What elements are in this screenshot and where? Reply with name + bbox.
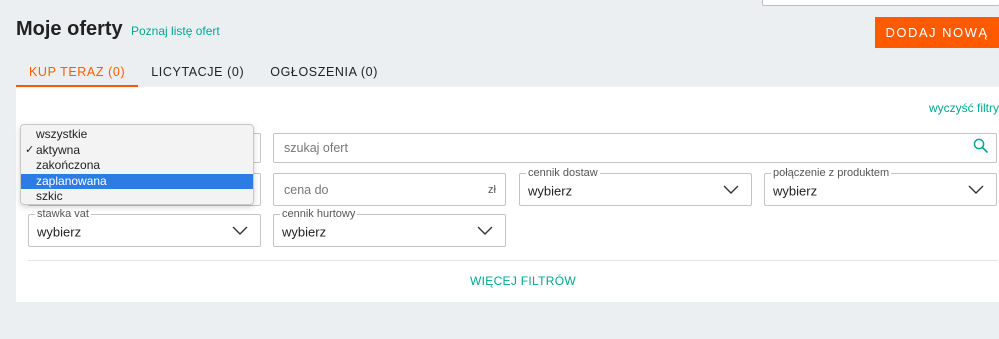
option-label: zaplanowana [36,173,107,188]
checkmark-icon: ✓ [25,143,35,156]
shipping-rates-value: wybierz [528,182,573,198]
page-title: Moje oferty [16,18,123,40]
status-option-scheduled[interactable]: zaplanowana [21,173,253,189]
add-new-button[interactable]: DODAJ NOWĄ [875,17,999,48]
vat-rate-select[interactable]: stawka vat wybierz [28,207,261,247]
tab-classifieds[interactable]: OGŁOSZENIA (0) [257,56,391,87]
top-search-input[interactable] [762,0,999,6]
product-link-label: połączenie z produktem [771,166,892,180]
wholesale-price-label: cennik hurtowy [280,207,358,221]
price-to-placeholder: cena do [284,182,329,197]
wholesale-price-value: wybierz [282,223,327,239]
shipping-rates-select[interactable]: cennik dostaw wybierz [519,166,752,206]
offer-type-tabs: KUP TERAZ (0) LICYTACJE (0) OGŁOSZENIA (… [16,56,391,87]
chevron-down-icon [723,181,739,199]
chevron-down-icon [477,222,493,240]
currency-unit: zł [488,183,496,196]
vat-rate-label: stawka vat [35,207,91,221]
status-dropdown-menu: wszystkie ✓ aktywna zakończona zaplanowan… [20,124,254,205]
chevron-down-icon [968,181,984,199]
status-option-draft[interactable]: szkic [21,189,253,205]
search-input[interactable]: szukaj ofert [273,133,997,163]
option-label: zakończona [36,158,101,172]
search-placeholder: szukaj ofert [284,141,348,155]
option-label: szkic [36,189,63,203]
status-option-ended[interactable]: zakończona [21,158,253,174]
chevron-down-icon [232,222,248,240]
product-link-value: wybierz [773,182,818,198]
more-filters-button[interactable]: WIĘCEJ FILTRÓW [470,274,576,288]
clear-filters-link[interactable]: wyczyść filtry [929,101,999,115]
option-label: aktywna [36,142,81,157]
product-link-select[interactable]: połączenie z produktem wybierz [764,166,997,206]
vat-rate-value: wybierz [37,223,82,239]
status-option-active[interactable]: ✓ aktywna [21,143,253,159]
shipping-rates-label: cennik dostaw [526,166,600,180]
search-icon[interactable] [973,138,988,158]
wholesale-price-select[interactable]: cennik hurtowy wybierz [273,207,506,247]
option-label: wszystkie [36,127,88,141]
status-option-all[interactable]: wszystkie [21,127,253,143]
learn-offers-link[interactable]: Poznaj listę ofert [131,24,220,38]
tab-auctions[interactable]: LICYTACJE (0) [138,56,257,87]
price-to-input[interactable]: cena do zł [273,173,506,206]
filters-divider [28,260,998,261]
tab-buy-now[interactable]: KUP TERAZ (0) [16,56,139,87]
